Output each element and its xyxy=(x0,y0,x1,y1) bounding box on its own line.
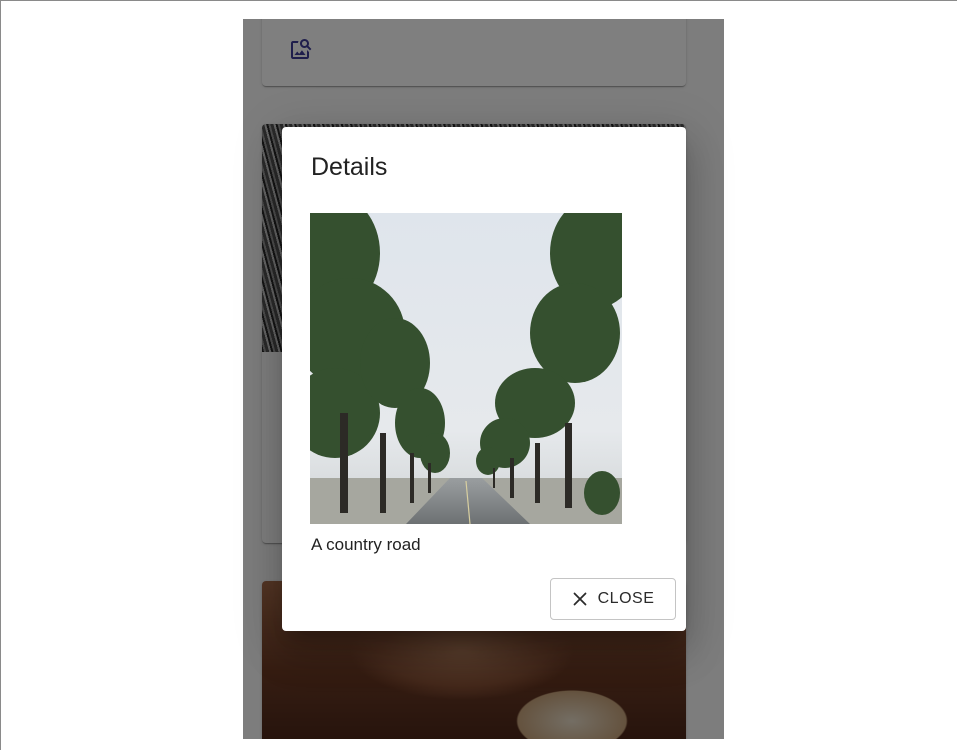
details-dialog: Details A country road CLOSE xyxy=(282,127,686,631)
dialog-caption: A country road xyxy=(311,535,421,554)
close-button-label: CLOSE xyxy=(597,590,655,607)
close-button[interactable]: CLOSE xyxy=(550,578,676,620)
country-road-photo xyxy=(310,213,622,524)
dialog-photo xyxy=(310,213,622,524)
dialog-title: Details xyxy=(311,153,388,181)
close-icon xyxy=(572,591,588,607)
